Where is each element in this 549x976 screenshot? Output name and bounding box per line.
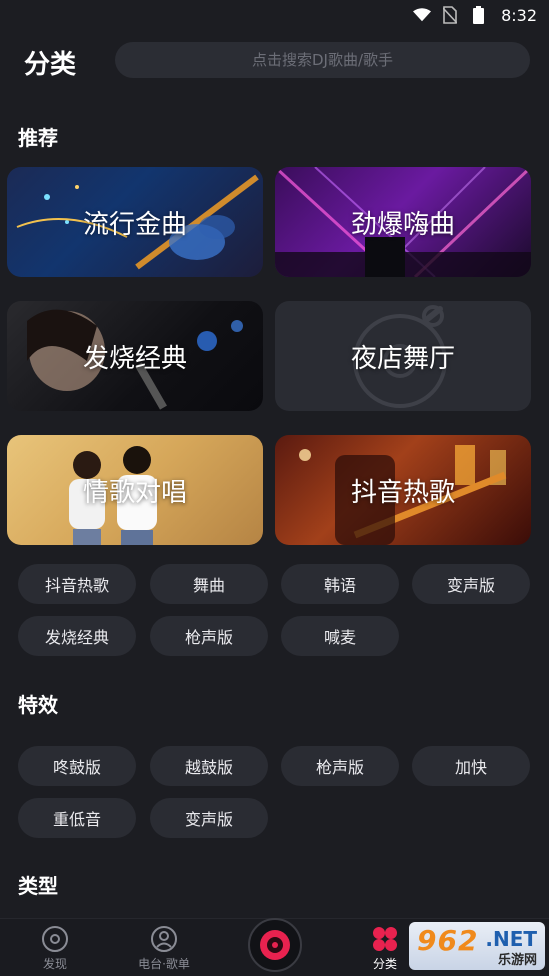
nav-label: 发现 (42, 957, 67, 971)
watermark-net: .NET (485, 927, 537, 951)
battery-icon (469, 6, 487, 24)
record-icon (260, 930, 290, 960)
section-title-recommend: 推荐 (18, 126, 58, 150)
effect-chip[interactable]: 重低音 (18, 798, 136, 838)
tag-chip[interactable]: 舞曲 (150, 564, 268, 604)
search-bar[interactable] (115, 42, 530, 78)
radio-icon (151, 926, 177, 952)
card-label: 夜店舞厅 (350, 343, 455, 374)
category-card-club[interactable]: 夜店舞厅 (275, 301, 531, 411)
section-title-effects: 特效 (18, 693, 58, 717)
page-title: 分类 (24, 50, 77, 80)
effect-chip[interactable]: 枪声版 (281, 746, 399, 786)
nav-radio[interactable]: 电台·歌单 (124, 925, 204, 972)
nav-label: 分类 (372, 957, 397, 971)
category-card-hi[interactable]: 劲爆嗨曲 (275, 167, 531, 277)
wifi-icon (413, 6, 432, 24)
nav-discover[interactable]: 发现 (15, 925, 95, 972)
category-card-duet[interactable]: 情歌对唱 (7, 435, 263, 545)
card-label: 流行金曲 (82, 209, 187, 240)
category-card-pop[interactable]: 流行金曲 (7, 167, 263, 277)
card-label: 劲爆嗨曲 (350, 209, 455, 240)
no-sim-icon (441, 6, 459, 24)
tag-chip[interactable]: 韩语 (281, 564, 399, 604)
tag-chip[interactable]: 喊麦 (281, 616, 399, 656)
tag-chip[interactable]: 变声版 (412, 564, 530, 604)
disc-icon (42, 926, 68, 952)
effect-chip[interactable]: 越鼓版 (150, 746, 268, 786)
card-label: 发烧经典 (82, 343, 187, 374)
watermark-text: 乐游网 (497, 953, 537, 968)
header: 分类 (0, 40, 549, 80)
section-title-types: 类型 (18, 874, 58, 898)
effect-chip[interactable]: 变声版 (150, 798, 268, 838)
nav-label: 电台·歌单 (138, 957, 190, 971)
tag-chip[interactable]: 抖音热歌 (18, 564, 136, 604)
category-card-classic[interactable]: 发烧经典 (7, 301, 263, 411)
tag-chip[interactable]: 枪声版 (150, 616, 268, 656)
effect-chip[interactable]: 加快 (412, 746, 530, 786)
card-label: 情歌对唱 (82, 477, 187, 508)
watermark-number: 962 (417, 924, 479, 957)
search-input[interactable] (115, 42, 530, 78)
card-label: 抖音热歌 (350, 477, 455, 508)
watermark-logo: 962 .NET 乐游网 (409, 922, 545, 970)
player-button[interactable] (248, 918, 302, 972)
tag-chip[interactable]: 发烧经典 (18, 616, 136, 656)
clock: 8:32 (501, 5, 537, 25)
effect-chip[interactable]: 咚鼓版 (18, 746, 136, 786)
category-card-douyin[interactable]: 抖音热歌 (275, 435, 531, 545)
category-grid-icon (373, 927, 397, 951)
status-bar: 8:32 (0, 0, 549, 30)
